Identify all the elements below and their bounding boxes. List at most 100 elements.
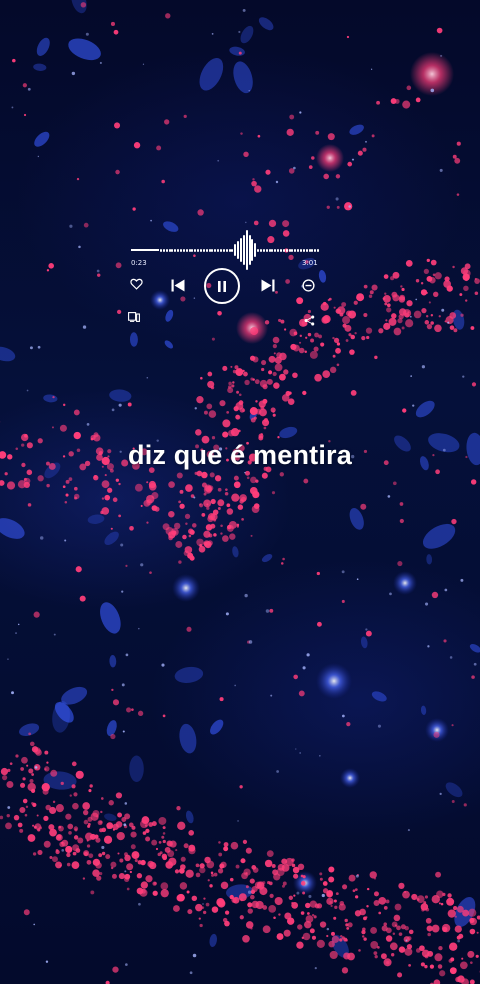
pink-particle: [427, 932, 431, 937]
share-icon[interactable]: [303, 314, 315, 326]
pink-particle: [101, 497, 105, 500]
pink-particle: [90, 890, 95, 895]
pink-particle: [42, 788, 49, 795]
pink-particle: [65, 479, 70, 484]
pink-particle: [240, 496, 247, 502]
pink-particle: [136, 873, 143, 879]
pink-particle: [21, 756, 28, 764]
pink-dot: [137, 710, 144, 716]
waveform[interactable]: [160, 228, 320, 272]
pink-particle: [416, 895, 425, 904]
heart-icon[interactable]: [129, 277, 143, 291]
waveform-bar: [191, 248, 194, 252]
waveform-bar: [237, 241, 240, 259]
star-dot: [193, 496, 196, 499]
device-icon[interactable]: [127, 311, 141, 323]
total-time: 3:01: [302, 259, 318, 267]
pink-particle: [431, 895, 440, 904]
star-dot: [64, 539, 67, 542]
star-dot: [125, 653, 129, 657]
pink-particle: [252, 356, 259, 363]
pink-dot: [112, 966, 119, 973]
pink-particle: [235, 368, 244, 377]
pink-particle: [36, 814, 39, 817]
pink-dot: [149, 571, 152, 575]
pink-particle: [6, 813, 10, 818]
pink-particle: [58, 825, 64, 832]
pink-particle: [475, 954, 479, 958]
pink-particle: [222, 419, 231, 428]
pink-particle: [195, 429, 202, 436]
pink-particle: [268, 881, 273, 886]
pink-dot: [298, 690, 305, 697]
pink-particle: [366, 905, 369, 908]
pink-particle: [273, 382, 280, 389]
pink-particle: [72, 802, 79, 810]
pink-particle: [65, 813, 72, 820]
pink-particle: [195, 872, 201, 878]
pink-dot: [110, 527, 113, 530]
star-dot: [29, 346, 33, 350]
pink-particle: [101, 827, 107, 833]
waveform-bar: [202, 248, 205, 252]
pink-particle: [88, 789, 92, 793]
pink-particle: [145, 875, 153, 883]
progress-bar[interactable]: [131, 249, 159, 251]
pink-dot: [115, 792, 123, 799]
pink-particle: [230, 841, 239, 850]
pink-particle: [261, 359, 267, 366]
pink-particle: [44, 750, 49, 755]
pink-particle: [332, 354, 336, 358]
pink-particle: [398, 882, 405, 889]
pink-particle: [231, 493, 240, 502]
pink-particle: [162, 826, 166, 830]
pink-particle: [393, 914, 401, 922]
waveform-bar: [288, 248, 291, 252]
pink-dot: [79, 595, 86, 602]
pink-particle: [104, 494, 111, 501]
star-dot: [61, 849, 65, 852]
pink-particle: [43, 840, 51, 848]
pink-particle: [219, 400, 226, 407]
pink-particle: [245, 885, 249, 889]
pink-dot: [288, 895, 294, 900]
pink-particle: [302, 390, 307, 396]
pink-particle: [406, 936, 412, 941]
pink-particle: [177, 821, 186, 831]
star-dot: [412, 404, 415, 407]
waveform-bar: [300, 248, 302, 252]
pink-particle: [228, 520, 237, 529]
waveform-bar: [282, 248, 285, 252]
blue-flake: [164, 340, 174, 349]
pink-particle: [250, 927, 253, 930]
pink-particle: [292, 866, 300, 874]
pink-dot: [62, 403, 66, 407]
skip-previous-icon[interactable]: [170, 278, 186, 292]
pink-particle: [126, 887, 130, 891]
pink-dot: [280, 562, 284, 565]
pink-particle: [316, 939, 325, 948]
pink-particle: [73, 792, 78, 797]
pink-particle: [433, 979, 441, 984]
blue-flake: [129, 755, 144, 782]
waveform-bar: [162, 248, 165, 252]
pink-dot: [111, 873, 117, 879]
star-dot: [405, 939, 408, 942]
pink-particle: [369, 871, 377, 879]
pink-particle: [276, 933, 284, 941]
blue-flake: [420, 705, 427, 715]
pink-particle: [373, 891, 379, 897]
pink-particle: [117, 812, 123, 818]
pink-dot: [176, 806, 181, 811]
pink-particle: [235, 864, 240, 869]
pink-particle: [335, 347, 341, 354]
pink-particle: [266, 850, 274, 858]
waveform-bar: [302, 248, 305, 252]
minus-circle-icon[interactable]: [301, 278, 315, 292]
pink-particle: [378, 896, 387, 905]
pink-particle: [300, 874, 304, 878]
pink-particle: [334, 905, 338, 909]
pink-particle: [277, 436, 280, 439]
skip-next-icon[interactable]: [260, 278, 276, 292]
blue-flake: [0, 518, 25, 539]
